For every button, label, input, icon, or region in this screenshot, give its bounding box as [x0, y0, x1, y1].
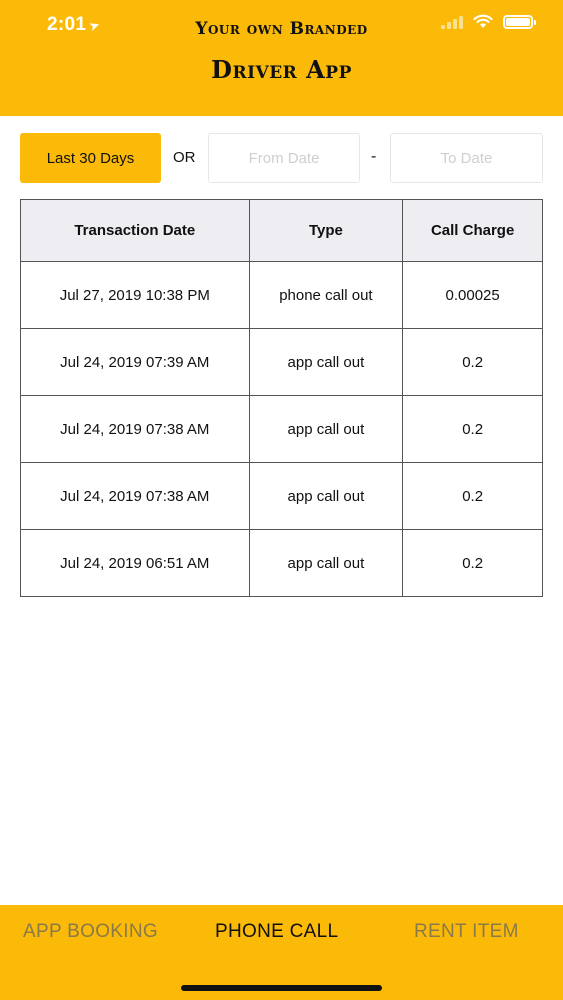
brand-tagline: Your own Branded [195, 19, 368, 39]
transaction-date-cell: Jul 24, 2019 07:39 AM [20, 328, 250, 396]
transaction-date-cell: Jul 24, 2019 07:38 AM [20, 395, 250, 463]
table-row[interactable]: Jul 24, 2019 07:39 AM app call out 0.2 [20, 328, 543, 396]
table-row[interactable]: Jul 27, 2019 10:38 PM phone call out 0.0… [20, 261, 543, 329]
table-row[interactable]: Jul 24, 2019 07:38 AM app call out 0.2 [20, 395, 543, 463]
date-filter-bar: Last 30 Days OR From Date - To Date [20, 133, 543, 183]
tab-phone-call[interactable]: PHONE CALL [215, 921, 338, 943]
type-cell: app call out [248, 462, 404, 530]
type-cell: app call out [248, 328, 404, 396]
table-header-row: Transaction Date Type Call Charge [20, 199, 543, 262]
from-date-field[interactable]: From Date [208, 133, 360, 183]
call-charge-cell: 0.2 [402, 529, 543, 597]
column-header-call-charge: Call Charge [402, 199, 543, 262]
app-header: 2:01➤ Your own Branded Driver App [0, 0, 563, 116]
type-cell: app call out [248, 395, 404, 463]
last-30-days-button[interactable]: Last 30 Days [20, 133, 161, 183]
tab-app-booking[interactable]: APP BOOKING [23, 921, 158, 943]
bottom-tab-bar: APP BOOKING PHONE CALL RENT ITEM [0, 905, 563, 1000]
or-label: OR [173, 149, 196, 166]
transaction-date-cell: Jul 27, 2019 10:38 PM [20, 261, 250, 329]
call-charge-cell: 0.2 [402, 395, 543, 463]
home-indicator[interactable] [181, 985, 382, 991]
type-cell: phone call out [248, 261, 404, 329]
call-charge-cell: 0.2 [402, 462, 543, 530]
column-header-transaction-date: Transaction Date [20, 199, 250, 262]
table-row[interactable]: Jul 24, 2019 06:51 AM app call out 0.2 [20, 529, 543, 597]
call-charge-cell: 0.00025 [402, 261, 543, 329]
call-transactions-table: Transaction Date Type Call Charge Jul 27… [20, 199, 543, 597]
column-header-type: Type [248, 199, 404, 262]
tab-rent-item[interactable]: RENT ITEM [414, 921, 519, 943]
to-date-field[interactable]: To Date [390, 133, 543, 183]
transaction-date-cell: Jul 24, 2019 06:51 AM [20, 529, 250, 597]
table-row[interactable]: Jul 24, 2019 07:38 AM app call out 0.2 [20, 462, 543, 530]
page-title: Driver App [211, 55, 352, 84]
type-cell: app call out [248, 529, 404, 597]
date-separator: - [371, 148, 377, 165]
call-charge-cell: 0.2 [402, 328, 543, 396]
transaction-date-cell: Jul 24, 2019 07:38 AM [20, 462, 250, 530]
